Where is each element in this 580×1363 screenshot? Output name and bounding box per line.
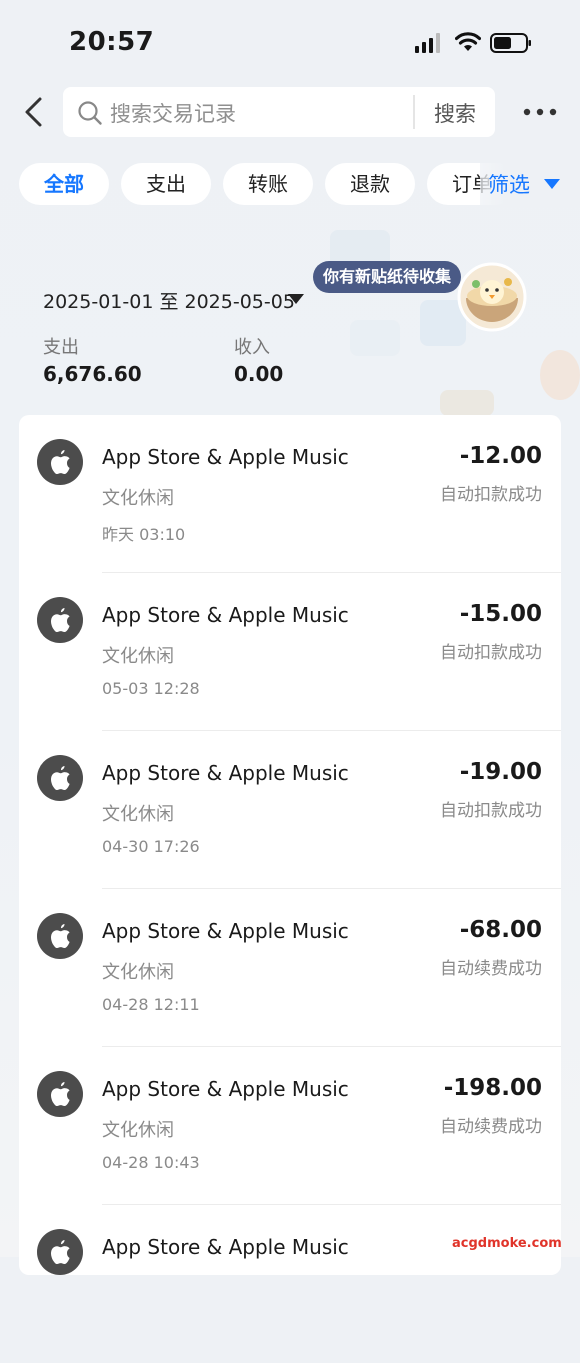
- apple-logo-icon: [37, 913, 83, 959]
- decor-bg: [350, 320, 400, 356]
- transaction-time: 04-28 10:43: [102, 1153, 200, 1172]
- expense-total: 6,676.60: [43, 362, 142, 386]
- decor-bg: [440, 390, 494, 416]
- wifi-icon: [455, 32, 481, 51]
- amount: -12.00: [459, 443, 542, 469]
- apple-logo-icon: [37, 1071, 83, 1117]
- merchant-name: App Store & Apple Music: [102, 603, 349, 627]
- tab-expense[interactable]: 支出: [121, 163, 211, 205]
- transaction-row[interactable]: App Store & Apple Music: [19, 1205, 561, 1363]
- amount: -198.00: [443, 1075, 542, 1101]
- search-bar[interactable]: 搜索交易记录 搜索: [63, 87, 495, 137]
- merchant-name: App Store & Apple Music: [102, 1235, 349, 1259]
- tab-refund[interactable]: 退款: [325, 163, 415, 205]
- status: 自动续费成功: [440, 1117, 542, 1137]
- status: 自动扣款成功: [440, 801, 542, 821]
- transaction-row[interactable]: App Store & Apple Music 文化休闲 昨天 03:10 -1…: [19, 415, 561, 573]
- status-bar: 20:57: [0, 0, 580, 86]
- filter-caret-icon[interactable]: [543, 177, 561, 191]
- back-icon[interactable]: [22, 96, 46, 128]
- decor-bg: [540, 350, 580, 400]
- amount: -19.00: [459, 759, 542, 785]
- transaction-time: 05-03 12:28: [102, 679, 200, 698]
- transaction-time: 04-28 12:11: [102, 995, 200, 1014]
- apple-logo-icon: [37, 1229, 83, 1275]
- status-time: 20:57: [69, 27, 155, 57]
- sticker-bubble[interactable]: 你有新贴纸待收集: [313, 261, 462, 293]
- search-icon: [78, 101, 102, 125]
- date-range[interactable]: 2025-01-01 至 2025-05-05: [43, 287, 295, 314]
- date-dropdown-icon[interactable]: [287, 293, 305, 305]
- apple-logo-icon: [37, 439, 83, 485]
- transaction-time: 昨天 03:10: [102, 525, 186, 544]
- sticker-bowl-icon[interactable]: [456, 262, 528, 332]
- transaction-list: App Store & Apple Music 文化休闲 昨天 03:10 -1…: [19, 415, 561, 1275]
- transaction-time: 04-30 17:26: [102, 837, 200, 856]
- income-total: 0.00: [234, 362, 284, 386]
- apple-logo-icon: [37, 597, 83, 643]
- category: 文化休闲: [102, 646, 174, 667]
- category: 文化休闲: [102, 962, 174, 983]
- search-input[interactable]: 搜索交易记录: [110, 98, 236, 128]
- category: 文化休闲: [102, 804, 174, 825]
- merchant-name: App Store & Apple Music: [102, 1077, 349, 1101]
- income-label: 收入: [234, 337, 270, 358]
- search-button[interactable]: 搜索: [415, 98, 495, 128]
- cellular-signal-icon: [415, 33, 440, 53]
- merchant-name: App Store & Apple Music: [102, 919, 349, 943]
- expense-label: 支出: [43, 337, 79, 358]
- tab-transfer[interactable]: 转账: [223, 163, 313, 205]
- watermark: acgdmoke.com: [452, 1236, 562, 1251]
- status: 自动扣款成功: [440, 643, 542, 663]
- amount: -15.00: [459, 601, 542, 627]
- category: 文化休闲: [102, 488, 174, 509]
- amount: -68.00: [459, 917, 542, 943]
- status: 自动扣款成功: [440, 485, 542, 505]
- transaction-row[interactable]: App Store & Apple Music 文化休闲 04-30 17:26…: [19, 731, 561, 889]
- more-icon[interactable]: [523, 107, 557, 117]
- merchant-name: App Store & Apple Music: [102, 761, 349, 785]
- tab-all[interactable]: 全部: [19, 163, 109, 205]
- battery-icon: [490, 33, 531, 53]
- transaction-row[interactable]: App Store & Apple Music 文化休闲 04-28 12:11…: [19, 889, 561, 1047]
- transaction-row[interactable]: App Store & Apple Music 文化休闲 04-28 10:43…: [19, 1047, 561, 1205]
- merchant-name: App Store & Apple Music: [102, 445, 349, 469]
- category: 文化休闲: [102, 1120, 174, 1141]
- apple-logo-icon: [37, 755, 83, 801]
- status: 自动续费成功: [440, 959, 542, 979]
- transaction-row[interactable]: App Store & Apple Music 文化休闲 05-03 12:28…: [19, 573, 561, 731]
- filter-button[interactable]: 筛选: [488, 169, 530, 199]
